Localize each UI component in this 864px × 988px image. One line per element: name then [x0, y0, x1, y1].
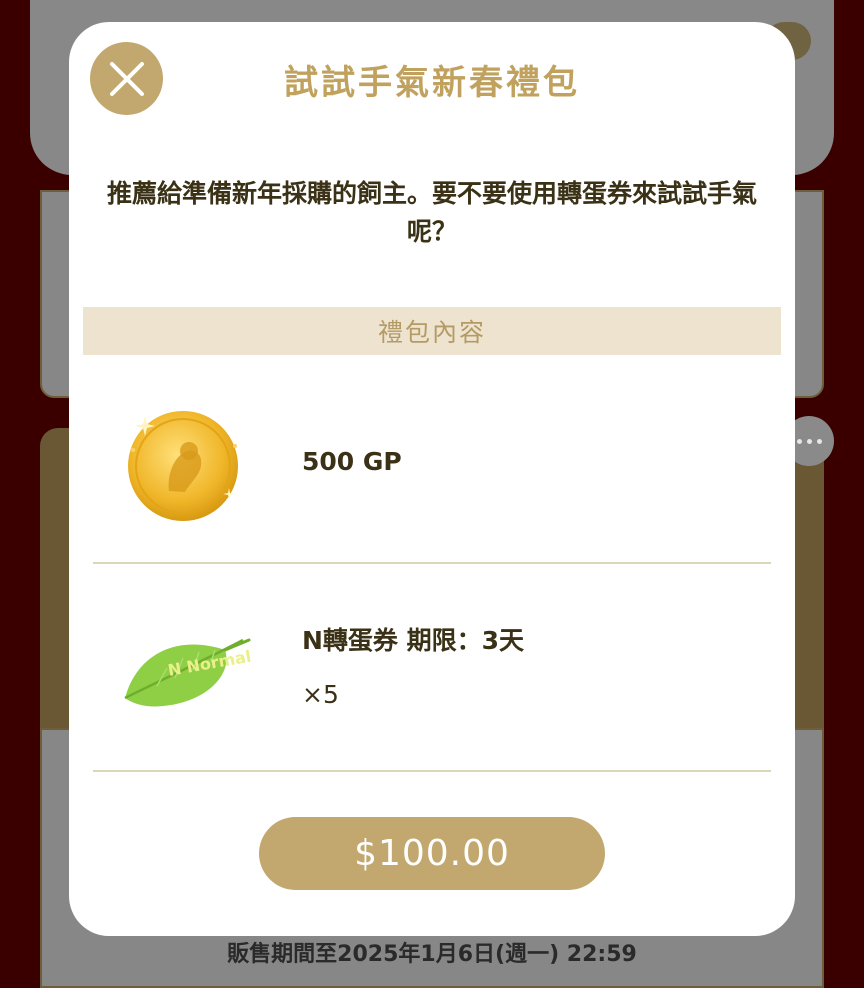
- gold-coin-icon: [128, 411, 238, 521]
- section-header: 禮包內容: [83, 307, 781, 355]
- modal-description: 推薦給準備新年採購的飼主。要不要使用轉蛋券來試試手氣呢？: [106, 179, 757, 246]
- list-item: 500 GP: [93, 366, 771, 564]
- list-item: N Normal N轉蛋券 期限：3天 ×5: [93, 564, 771, 772]
- modal-title: 試試手氣新春禮包: [284, 63, 580, 103]
- sale-period-text: 販售期間至2025年1月6日(週一) 22:59: [227, 942, 637, 967]
- purchase-button[interactable]: $100.00: [259, 817, 605, 890]
- gift-pack-modal: 試試手氣新春禮包 推薦給準備新年採購的飼主。要不要使用轉蛋券來試試手氣呢？ 禮包…: [69, 22, 795, 936]
- item-quantity: ×5: [302, 680, 339, 709]
- item-name: 500 GP: [302, 447, 402, 476]
- green-leaf-ticket-icon: N Normal: [124, 638, 253, 707]
- item-name: N轉蛋券 期限：3天: [302, 626, 525, 655]
